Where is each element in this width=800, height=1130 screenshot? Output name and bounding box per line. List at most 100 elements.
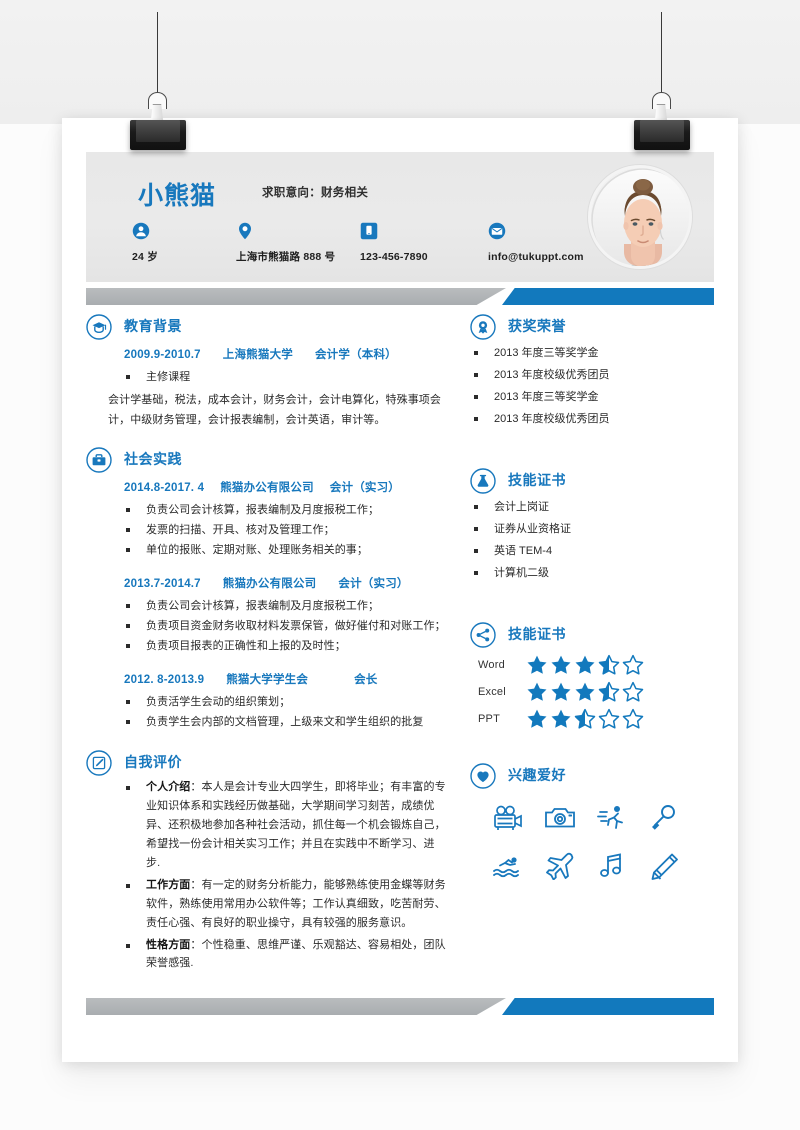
section-education: 教育背景 2009.9-2010.7 上海熊猫大学 会计学（本科） 主修课程 会计学… <box>86 314 446 431</box>
practice-bullets: 负责公司会计核算，报表编制及月度报税工作； 负责项目资金财务收取材料发票保管，做… <box>124 596 446 657</box>
list-item: 2013 年度三等奖学金 <box>470 342 714 364</box>
section-education-body: 2009.9-2010.7 上海熊猫大学 会计学（本科） 主修课程 会计学基础，税法… <box>86 340 446 431</box>
eval-label: 个人介绍 <box>146 781 191 794</box>
section-awards: 获奖荣誉 2013 年度三等奖学金 2013 年度校级优秀团员 2013 年度三… <box>470 314 714 430</box>
applicant-name: 小熊猫 <box>138 182 217 210</box>
section-hobbies: 兴趣爱好 <box>470 763 714 887</box>
skill-name: Word <box>478 658 505 671</box>
edit-pencil-icon <box>86 750 112 776</box>
section-awards-title: 获奖荣誉 <box>508 318 566 334</box>
skills-ratings: Word Excel PPT <box>470 654 714 729</box>
practice-entry-line: 2012. 8-2013.9 熊猫大学学生会 会长 <box>124 671 446 687</box>
list-item: 2013 年度三等奖学金 <box>470 386 714 408</box>
practice-bullets: 负责公司会计核算，报表编制及月度报税工作； 发票的扫描、开具、核对及管理工作； … <box>124 500 446 561</box>
self-evaluation-list: 个人介绍：本人是会计专业大四学生，即将毕业；有丰富的专业知识体系和实践经历做基础… <box>124 778 446 973</box>
location-pin-icon <box>236 222 254 240</box>
section-certificates: 技能证书 会计上岗证 证券从业资格证 英语 TEM-4 计算机二级 <box>470 468 714 584</box>
education-date: 2009.9-2010.7 <box>124 349 201 361</box>
right-column: 获奖荣誉 2013 年度三等奖学金 2013 年度校级优秀团员 2013 年度三… <box>470 314 714 901</box>
contact-row: 24 岁 上海市熊猫路 888 号 123-456-7890 info@tuku… <box>132 222 612 274</box>
flask-icon <box>470 468 496 494</box>
clip-string-icon <box>157 12 158 98</box>
share-nodes-icon <box>470 622 496 648</box>
briefcase-icon <box>86 446 112 473</box>
list-item: 单位的报账、定期对账、处理账务相关的事； <box>124 540 446 560</box>
list-item: 负责公司会计核算，报表编制及月度报税工作； <box>124 596 446 616</box>
section-certificates-title: 技能证书 <box>508 472 566 488</box>
section-self-evaluation-title: 自我评价 <box>124 754 182 771</box>
clip-body-icon <box>634 120 690 150</box>
list-item: 计算机二级 <box>470 562 714 584</box>
education-school: 上海熊猫大学 <box>222 349 293 361</box>
hobby-grid <box>470 797 714 887</box>
list-item: 负责项目报表的正确性和上报的及时性； <box>124 636 446 656</box>
practice-entry: 2012. 8-2013.9 熊猫大学学生会 会长 负责活学生会动的组织策划； 负责… <box>124 671 446 733</box>
person-icon <box>132 222 150 240</box>
list-item: 负责项目资金财务收取材料发票保管，做好催付和对账工作； <box>124 616 446 636</box>
list-item: 2013 年度校级优秀团员 <box>470 408 714 430</box>
contact-address-value: 上海市熊猫路 888 号 <box>236 251 336 263</box>
skill-name: PPT <box>478 712 500 725</box>
contact-age-value: 24 岁 <box>132 251 158 263</box>
practice-entry: 2013.7-2014.7 熊猫办公有限公司 会计（实习） 负责公司会计核算，报表编… <box>124 575 446 657</box>
swimming-icon <box>484 845 532 887</box>
phone-icon <box>360 222 378 240</box>
practice-role: 会计（实习） <box>329 481 400 494</box>
list-item: 主修课程 <box>124 367 446 387</box>
footer-accent-bar-blue <box>502 998 714 1015</box>
practice-org: 熊猫办公有限公司 <box>220 481 314 494</box>
star-rating <box>526 654 644 675</box>
clip-body-icon <box>130 120 186 150</box>
practice-entry-line: 2014.8-2017. 4 熊猫办公有限公司 会计（实习） <box>124 479 446 495</box>
section-self-evaluation-header: 自我评价 <box>86 750 446 776</box>
practice-entry-line: 2013.7-2014.7 熊猫办公有限公司 会计（实习） <box>124 575 446 591</box>
skill-row: Excel <box>470 681 714 702</box>
eval-text: ：个性稳重、思维严谨、乐观豁达、容易相处，团队荣誉感强. <box>146 938 446 970</box>
pencil-icon <box>640 845 688 887</box>
clip-string-icon <box>661 12 662 98</box>
star-rating <box>526 708 644 729</box>
list-item: 负责活学生会动的组织策划； <box>124 692 446 712</box>
eval-label: 性格方面 <box>146 938 191 951</box>
star-rating <box>526 681 644 702</box>
practice-org: 熊猫办公有限公司 <box>222 577 317 590</box>
section-hobbies-header: 兴趣爱好 <box>470 763 714 789</box>
contact-phone: 123-456-7890 <box>360 222 428 265</box>
skill-name: Excel <box>478 685 506 698</box>
list-item: 2013 年度校级优秀团员 <box>470 364 714 386</box>
list-item: 个人介绍：本人是会计专业大四学生，即将毕业；有丰富的专业知识体系和实践经历做基础… <box>124 778 446 873</box>
contact-email-value: info@tukuppt.com <box>488 251 584 263</box>
list-item: 证券从业资格证 <box>470 518 714 540</box>
practice-bullets: 负责活学生会动的组织策划； 负责学生会内部的文档管理，上级来文和学生组织的批复 <box>124 692 446 733</box>
education-entry-line: 2009.9-2010.7 上海熊猫大学 会计学（本科） <box>124 346 446 362</box>
photo-camera-icon <box>536 797 584 839</box>
list-item: 会计上岗证 <box>470 496 714 518</box>
contact-age: 24 岁 <box>132 222 158 265</box>
header-accent-bar-blue <box>502 288 714 305</box>
section-skills-header: 技能证书 <box>470 622 714 648</box>
list-item: 发票的扫描、开具、核对及管理工作； <box>124 520 446 540</box>
skill-row: Word <box>470 654 714 675</box>
list-item: 负责学生会内部的文档管理，上级来文和学生组织的批复 <box>124 712 446 732</box>
practice-org: 熊猫大学学生会 <box>226 673 309 686</box>
practice-entry: 2014.8-2017. 4 熊猫办公有限公司 会计（实习） 负责公司会计核算，报表… <box>124 479 446 561</box>
section-hobbies-title: 兴趣爱好 <box>508 767 566 783</box>
section-practice-title: 社会实践 <box>124 450 182 467</box>
heart-icon <box>470 763 496 789</box>
practice-role: 会计（实习） <box>338 577 409 590</box>
eval-text: ：有一定的财务分析能力，能够熟练使用金蝶等财务软件，熟练使用常用办公软件等；工作… <box>146 878 446 929</box>
practice-role: 会长 <box>354 673 378 686</box>
awards-list: 2013 年度三等奖学金 2013 年度校级优秀团员 2013 年度三等奖学金 … <box>470 342 714 430</box>
resume-header: 小熊猫 求职意向：财务相关 24 岁 上海市熊猫路 888 号 123-456-… <box>86 152 714 282</box>
list-item: 性格方面：个性稳重、思维严谨、乐观豁达、容易相处，团队荣誉感强. <box>124 936 446 974</box>
award-medal-icon <box>470 314 496 340</box>
section-skills: 技能证书 Word Excel PPT <box>470 622 714 729</box>
list-item: 英语 TEM-4 <box>470 540 714 562</box>
list-item: 负责公司会计核算，报表编制及月度报税工作； <box>124 500 446 520</box>
education-degree: 会计学（本科） <box>314 349 397 361</box>
skill-row: PPT <box>470 708 714 729</box>
music-note-icon <box>588 845 636 887</box>
resume-page: 小熊猫 求职意向：财务相关 24 岁 上海市熊猫路 888 号 123-456-… <box>62 118 738 1062</box>
graduation-cap-icon <box>86 314 112 340</box>
section-practice: 社会实践 2014.8-2017. 4 熊猫办公有限公司 会计（实习） 负责公司会计… <box>86 446 446 733</box>
